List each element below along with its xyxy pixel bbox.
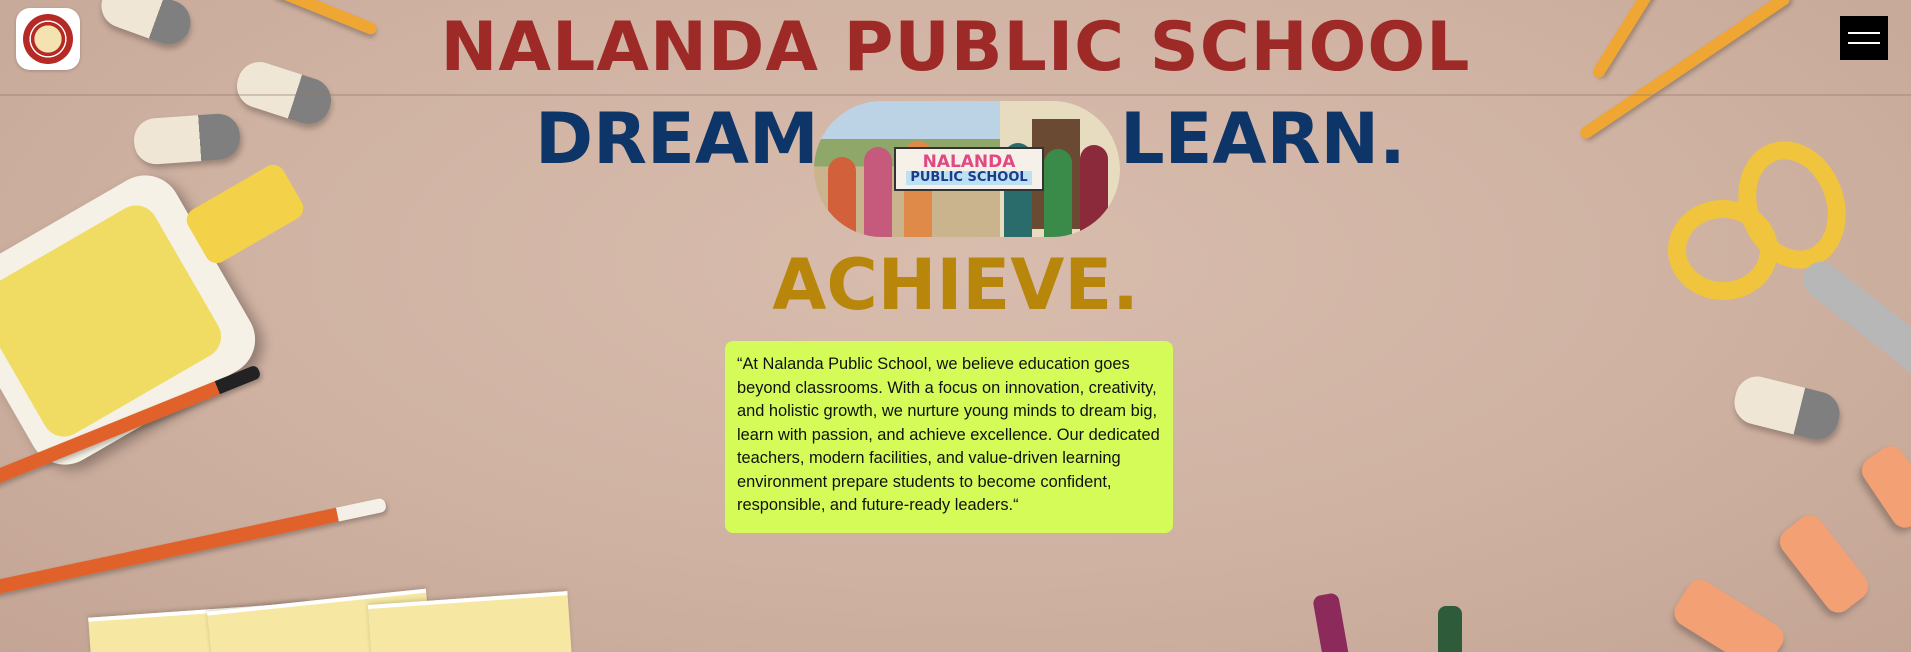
- tagline-learn: LEARN.: [1120, 98, 1406, 180]
- students-teachers-photo: NALANDA PUBLIC SCHOOL: [814, 101, 1120, 237]
- photo-person: [864, 147, 892, 237]
- photo-banner-line1: NALANDA: [922, 151, 1016, 172]
- tagline-dream: DREAM.: [535, 98, 846, 180]
- photo-person: [828, 157, 856, 237]
- marker-decoration: [1438, 606, 1462, 652]
- eraser-decoration: [132, 112, 242, 166]
- photo-person: [1044, 149, 1072, 237]
- header-divider: [0, 94, 1911, 96]
- tagline-achieve: ACHIEVE.: [772, 244, 1139, 326]
- photo-banner: NALANDA PUBLIC SCHOOL: [894, 147, 1044, 191]
- photo-person: [1080, 145, 1108, 237]
- mission-quote-text: “At Nalanda Public School, we believe ed…: [737, 355, 1160, 514]
- mission-quote-card: “At Nalanda Public School, we believe ed…: [725, 341, 1173, 533]
- photo-banner-line2: PUBLIC SCHOOL: [906, 170, 1032, 186]
- school-name-heading: NALANDA PUBLIC SCHOOL: [440, 8, 1471, 87]
